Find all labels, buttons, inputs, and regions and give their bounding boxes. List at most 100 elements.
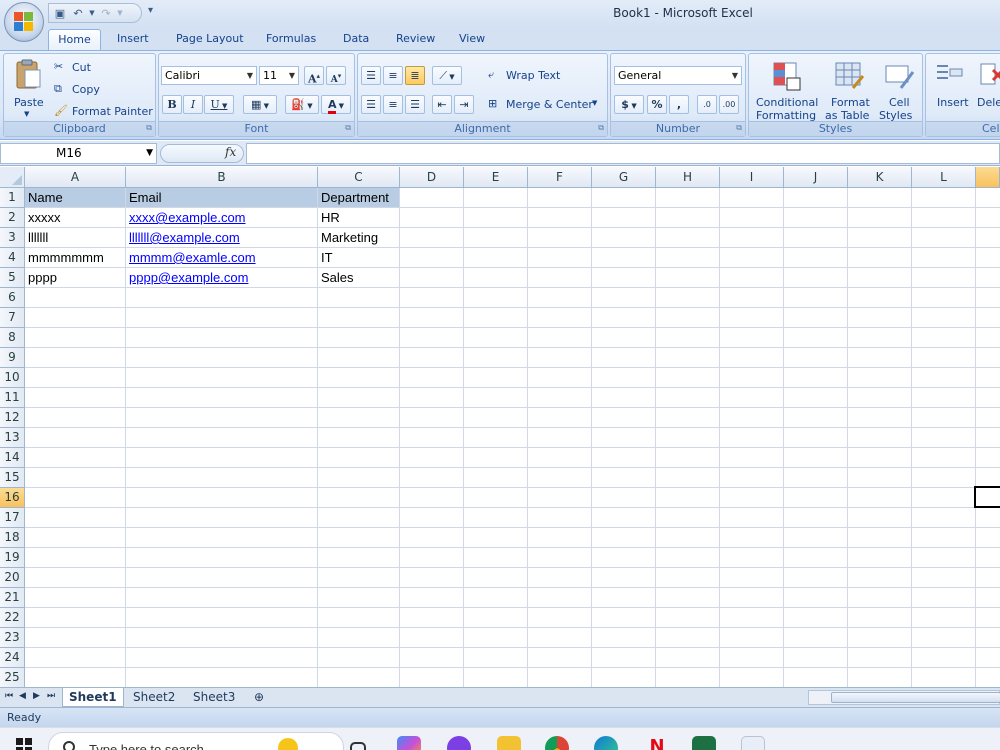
first-sheet-icon[interactable]: ⏮: [5, 691, 13, 701]
column-header-h[interactable]: H: [656, 167, 720, 188]
table-cell[interactable]: HR: [318, 208, 399, 227]
grow-font-button[interactable]: A▴: [304, 66, 324, 86]
excel-taskbar-icon[interactable]: [692, 736, 716, 750]
cell-styles-button[interactable]: Cell Styles: [877, 56, 922, 122]
row-header-8[interactable]: 8: [0, 328, 25, 348]
bold-button[interactable]: B: [162, 95, 182, 114]
sheet-tab-sheet2[interactable]: Sheet2: [127, 688, 181, 707]
next-sheet-icon[interactable]: ▶: [33, 691, 40, 701]
email-link-cell[interactable]: lllllll@example.com: [126, 228, 317, 247]
row-header-19[interactable]: 19: [0, 548, 25, 568]
row-header-24[interactable]: 24: [0, 648, 25, 668]
row-header-12[interactable]: 12: [0, 408, 25, 428]
row-header-6[interactable]: 6: [0, 288, 25, 308]
copilot-icon[interactable]: [397, 736, 421, 750]
align-middle-button[interactable]: ≡: [383, 66, 403, 85]
decrease-decimal-button[interactable]: .00: [719, 95, 739, 114]
chrome-icon[interactable]: [545, 736, 569, 750]
row-header-25[interactable]: 25: [0, 668, 25, 687]
column-header-c[interactable]: C: [318, 167, 400, 188]
column-header-l[interactable]: L: [912, 167, 976, 188]
windows-start-icon[interactable]: [16, 738, 32, 750]
percent-button[interactable]: %: [647, 95, 667, 114]
row-header-10[interactable]: 10: [0, 368, 25, 388]
row-header-16[interactable]: 16: [0, 488, 25, 508]
row-header-7[interactable]: 7: [0, 308, 25, 328]
number-launcher-icon[interactable]: ⧉: [736, 123, 742, 133]
table-cell[interactable]: pppp: [25, 268, 125, 287]
underline-button[interactable]: U ▼: [204, 95, 234, 114]
last-sheet-icon[interactable]: ⏭: [47, 691, 55, 701]
edge-icon[interactable]: [594, 736, 618, 750]
email-link-cell[interactable]: pppp@example.com: [126, 268, 317, 287]
paste-button[interactable]: Paste ▼: [8, 58, 46, 120]
column-header-m[interactable]: [976, 167, 1000, 188]
merge-center-button[interactable]: ⊞ Merge & Center ▼: [486, 95, 604, 114]
tab-insert[interactable]: Insert: [113, 29, 153, 50]
column-header-e[interactable]: E: [464, 167, 528, 188]
tab-page-layout[interactable]: Page Layout: [172, 29, 248, 50]
cut-button[interactable]: ✂ Cut: [52, 60, 142, 78]
column-header-f[interactable]: F: [528, 167, 592, 188]
row-header-18[interactable]: 18: [0, 528, 25, 548]
borders-button[interactable]: ▦ ▼: [243, 95, 277, 114]
header-cell-department[interactable]: Department: [318, 188, 399, 207]
insert-function-icon[interactable]: fx: [225, 145, 236, 159]
active-cell-m16[interactable]: [974, 486, 1000, 508]
row-header-13[interactable]: 13: [0, 428, 25, 448]
column-header-j[interactable]: J: [784, 167, 848, 188]
row-header-5[interactable]: 5: [0, 268, 25, 288]
align-right-button[interactable]: ☰: [405, 95, 425, 114]
shrink-font-button[interactable]: A▾: [326, 66, 346, 85]
row-header-11[interactable]: 11: [0, 388, 25, 408]
row-header-14[interactable]: 14: [0, 448, 25, 468]
font-size-select[interactable]: 11 ▼: [259, 66, 299, 85]
row-header-2[interactable]: 2: [0, 208, 25, 228]
align-top-button[interactable]: ☰: [361, 66, 381, 85]
name-box[interactable]: M16 ▼: [0, 143, 157, 164]
fill-color-button[interactable]: ⛽ ▼: [285, 95, 319, 114]
delete-cells-button[interactable]: Dele: [974, 56, 1000, 122]
copy-button[interactable]: ⧉ Copy: [52, 82, 142, 100]
number-format-select[interactable]: General ▼: [614, 66, 742, 85]
clipboard-launcher-icon[interactable]: ⧉: [146, 123, 152, 133]
column-header-g[interactable]: G: [592, 167, 656, 188]
table-cell[interactable]: xxxxx: [25, 208, 125, 227]
table-cell[interactable]: IT: [318, 248, 399, 267]
row-header-20[interactable]: 20: [0, 568, 25, 588]
align-left-button[interactable]: ☰: [361, 95, 381, 114]
column-header-k[interactable]: K: [848, 167, 912, 188]
tab-review[interactable]: Review: [392, 29, 439, 50]
horizontal-scrollbar[interactable]: [808, 690, 1000, 705]
header-cell-name[interactable]: Name: [25, 188, 125, 207]
comma-button[interactable]: ,: [669, 95, 689, 114]
insert-cells-button[interactable]: Insert: [928, 56, 974, 122]
column-header-i[interactable]: I: [720, 167, 784, 188]
row-header-17[interactable]: 17: [0, 508, 25, 528]
column-header-b[interactable]: B: [126, 167, 318, 188]
table-cell[interactable]: mmmmmmm: [25, 248, 125, 267]
task-view-icon[interactable]: [350, 742, 366, 750]
taskbar-search-box[interactable]: Type here to search: [48, 732, 344, 750]
tab-formulas[interactable]: Formulas: [262, 29, 320, 50]
table-cell[interactable]: Sales: [318, 268, 399, 287]
paint-icon[interactable]: [741, 736, 765, 750]
decrease-indent-button[interactable]: ⇤: [432, 95, 452, 114]
row-header-1[interactable]: 1: [0, 188, 25, 208]
row-header-23[interactable]: 23: [0, 628, 25, 648]
scrollbar-thumb[interactable]: [831, 692, 1000, 703]
tab-home[interactable]: Home: [48, 29, 101, 50]
sheet-tab-sheet3[interactable]: Sheet3: [187, 688, 241, 707]
column-header-d[interactable]: D: [400, 167, 464, 188]
italic-button[interactable]: I: [183, 95, 203, 114]
insert-sheet-icon[interactable]: ⊕: [248, 688, 270, 707]
orientation-button[interactable]: ⟋ ▼: [432, 66, 462, 85]
row-header-21[interactable]: 21: [0, 588, 25, 608]
format-as-table-button[interactable]: Format as Table: [823, 56, 877, 122]
format-painter-button[interactable]: 🖌 Format Painter: [52, 104, 153, 122]
browser-app-icon[interactable]: [447, 736, 471, 750]
font-name-select[interactable]: Calibri ▼: [161, 66, 257, 85]
currency-button[interactable]: $ ▼: [614, 95, 644, 114]
prev-sheet-icon[interactable]: ◀: [19, 691, 26, 701]
tab-view[interactable]: View: [455, 29, 489, 50]
